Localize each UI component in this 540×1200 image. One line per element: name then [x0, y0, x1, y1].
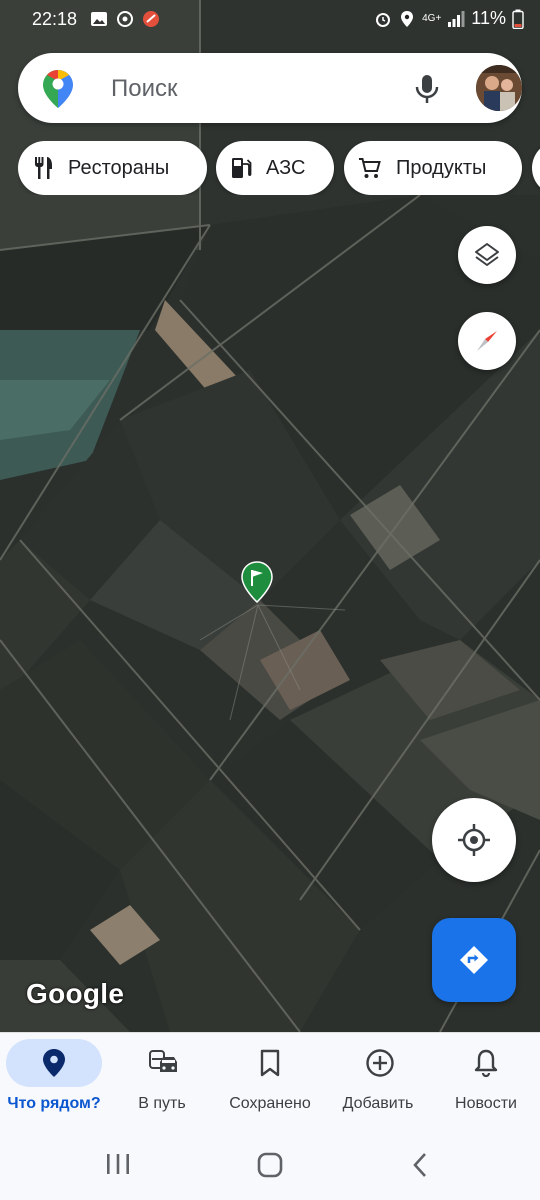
- bell-icon: [474, 1049, 498, 1078]
- battery-percent: 11%: [471, 8, 506, 28]
- battery-icon: [512, 9, 524, 29]
- microphone-icon[interactable]: [414, 73, 440, 105]
- cart-icon: [359, 158, 381, 178]
- bookmark-icon: [260, 1049, 280, 1077]
- compass-icon: [477, 331, 497, 351]
- nav-contribute-label: Добавить: [342, 1095, 414, 1112]
- directions-icon: [460, 946, 488, 974]
- nav-go[interactable]: В путь: [108, 1033, 216, 1131]
- search-input[interactable]: Поиск: [111, 75, 178, 103]
- nav-updates-label: Новости: [455, 1095, 517, 1112]
- nav-explore-label: Что рядом?: [7, 1095, 101, 1112]
- location-status-icon: [401, 10, 414, 27]
- signal-icon: [448, 10, 465, 27]
- gas-station-icon: [232, 158, 252, 178]
- chip-more[interactable]: [532, 141, 540, 195]
- status-time: 22:18: [32, 9, 78, 29]
- directions-button[interactable]: [432, 918, 516, 1002]
- nav-saved[interactable]: Сохранено: [216, 1033, 324, 1131]
- app-notification-icon: [143, 11, 159, 27]
- chip-gas-stations[interactable]: АЗС: [216, 141, 334, 195]
- recent-apps-icon[interactable]: [104, 1152, 132, 1176]
- restaurant-icon: [35, 157, 52, 179]
- sync-notification-icon: [117, 11, 133, 27]
- chip-groceries[interactable]: Продукты: [344, 141, 522, 195]
- home-icon[interactable]: [256, 1151, 284, 1179]
- nav-updates[interactable]: Новости: [432, 1033, 540, 1131]
- nav-explore[interactable]: Что рядом?: [0, 1033, 108, 1131]
- status-bar: 22:18 4G+ 11%: [0, 0, 540, 40]
- my-location-button[interactable]: [432, 798, 516, 882]
- account-avatar[interactable]: [476, 65, 522, 111]
- chip-restaurants-label: Рестораны: [68, 156, 170, 179]
- search-bar[interactable]: Поиск: [18, 53, 522, 123]
- alarm-icon: [376, 12, 391, 27]
- back-icon[interactable]: [408, 1152, 432, 1178]
- commute-icon: [149, 1050, 177, 1072]
- layers-button[interactable]: [458, 226, 516, 284]
- avatar-photo: [476, 65, 522, 111]
- add-circle-icon: [366, 1049, 394, 1077]
- network-type: 4G+: [422, 12, 442, 24]
- nav-contribute[interactable]: Добавить: [324, 1033, 432, 1131]
- nav-saved-label: Сохранено: [229, 1095, 311, 1112]
- system-navigation-bar: [0, 1130, 540, 1200]
- google-attribution: Google: [26, 978, 125, 1009]
- location-pin-icon: [43, 1049, 65, 1077]
- place-marker-icon[interactable]: [240, 560, 274, 604]
- bottom-navigation: Что рядом? В путь Сохранено Добавить Нов…: [0, 1032, 540, 1130]
- layers-icon: [475, 243, 499, 266]
- google-maps-logo-icon: [43, 70, 73, 108]
- gallery-notification-icon: [91, 12, 107, 26]
- compass-button[interactable]: [458, 312, 516, 370]
- my-location-icon: [458, 824, 490, 856]
- chip-restaurants[interactable]: Рестораны: [18, 141, 207, 195]
- chip-gas-stations-label: АЗС: [266, 156, 306, 179]
- nav-go-label: В путь: [138, 1095, 186, 1112]
- chip-groceries-label: Продукты: [396, 156, 487, 179]
- category-chips: Рестораны АЗС Продукты: [18, 141, 540, 195]
